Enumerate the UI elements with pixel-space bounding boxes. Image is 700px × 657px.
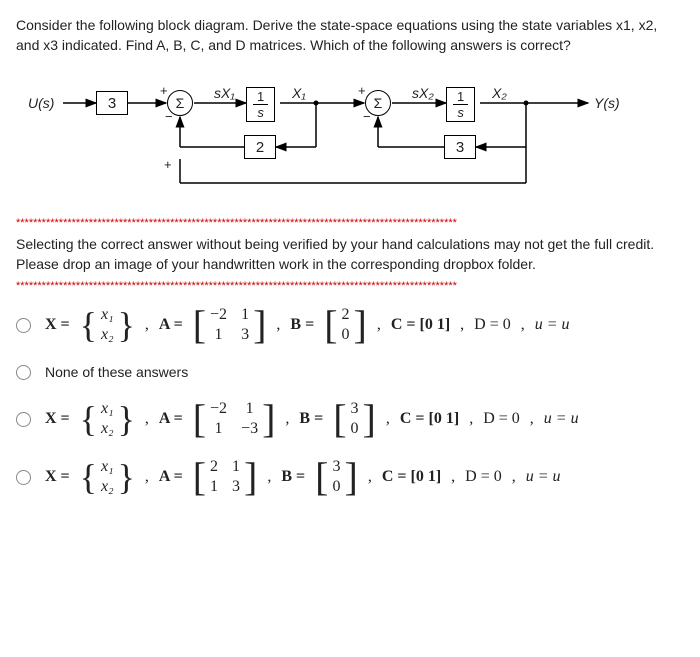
radio-icon [16,412,31,427]
A-matrix: [ −21 13 ] [193,306,267,344]
sum1-plus: + [160,83,168,98]
X-eq-label: X = [45,316,70,334]
x-vector: { x₁ x₂ } [80,458,135,496]
question-text: Consider the following block diagram. De… [16,16,684,55]
answer-option-1[interactable]: X = { x₁ x₂ } , A = [ −21 13 ] , B = [ 2… [16,306,684,344]
D-text: D = 0 [474,316,511,334]
integrator-2: 1 s [446,87,475,122]
X2-label: X₂ [492,85,507,101]
sum2-minus: − [363,109,371,124]
option-4-equation: X = { x₁ x₂ } , A = [ 21 13 ] , B = [ 3 … [45,458,561,496]
A-matrix: [ 21 13 ] [193,458,258,496]
gain-input-block: 3 [96,91,128,115]
x-vector: { x₁ x₂ } [80,306,135,344]
B-eq-label: B = [290,316,314,334]
A-matrix: [ −21 1−3 ] [193,400,276,438]
sum1-minus: − [165,109,173,124]
integ2-num: 1 [453,90,468,105]
answer-option-none[interactable]: None of these answers [16,364,684,380]
separator-bottom: ****************************************… [16,280,684,292]
separator-top: ****************************************… [16,217,684,229]
radio-icon [16,470,31,485]
output-label: Y(s) [594,95,620,111]
integ1-num: 1 [253,90,268,105]
sum2-plus: + [358,83,366,98]
none-label: None of these answers [45,364,188,380]
B-matrix: [ 2 0 ] [324,306,367,344]
sum1-plus-outer: + [164,157,172,172]
radio-icon [16,365,31,380]
block-diagram: U(s) 3 Σ + − + sX₁ 1 s X₁ 2 Σ + − sX₂ 1 … [28,73,668,203]
feedback-gain-1: 2 [244,135,276,159]
u-text: u = u [535,316,570,334]
sX2-label: sX₂ [412,85,434,101]
sX1-label: sX₁ [214,85,235,101]
integ1-den: s [257,105,264,119]
option-3-equation: X = { x₁ x₂ } , A = [ −21 1−3 ] , B = [ … [45,400,579,438]
A-eq-label: A = [159,316,183,334]
B-matrix: [ 3 0 ] [333,400,376,438]
C-text: C = [0 1] [391,316,450,334]
option-1-equation: X = { x₁ x₂ } , A = [ −21 13 ] , B = [ 2… [45,306,570,344]
feedback-gain-2: 3 [444,135,476,159]
B-matrix: [ 3 0 ] [315,458,358,496]
integrator-1: 1 s [246,87,275,122]
verification-note: Selecting the correct answer without bei… [16,235,684,274]
answer-option-3[interactable]: X = { x₁ x₂ } , A = [ −21 1−3 ] , B = [ … [16,400,684,438]
input-label: U(s) [28,95,54,111]
integ2-den: s [457,105,464,119]
X1-label: X₁ [292,85,306,101]
answer-option-4[interactable]: X = { x₁ x₂ } , A = [ 21 13 ] , B = [ 3 … [16,458,684,496]
radio-icon [16,318,31,333]
x-vector: { x₁ x₂ } [80,400,135,438]
